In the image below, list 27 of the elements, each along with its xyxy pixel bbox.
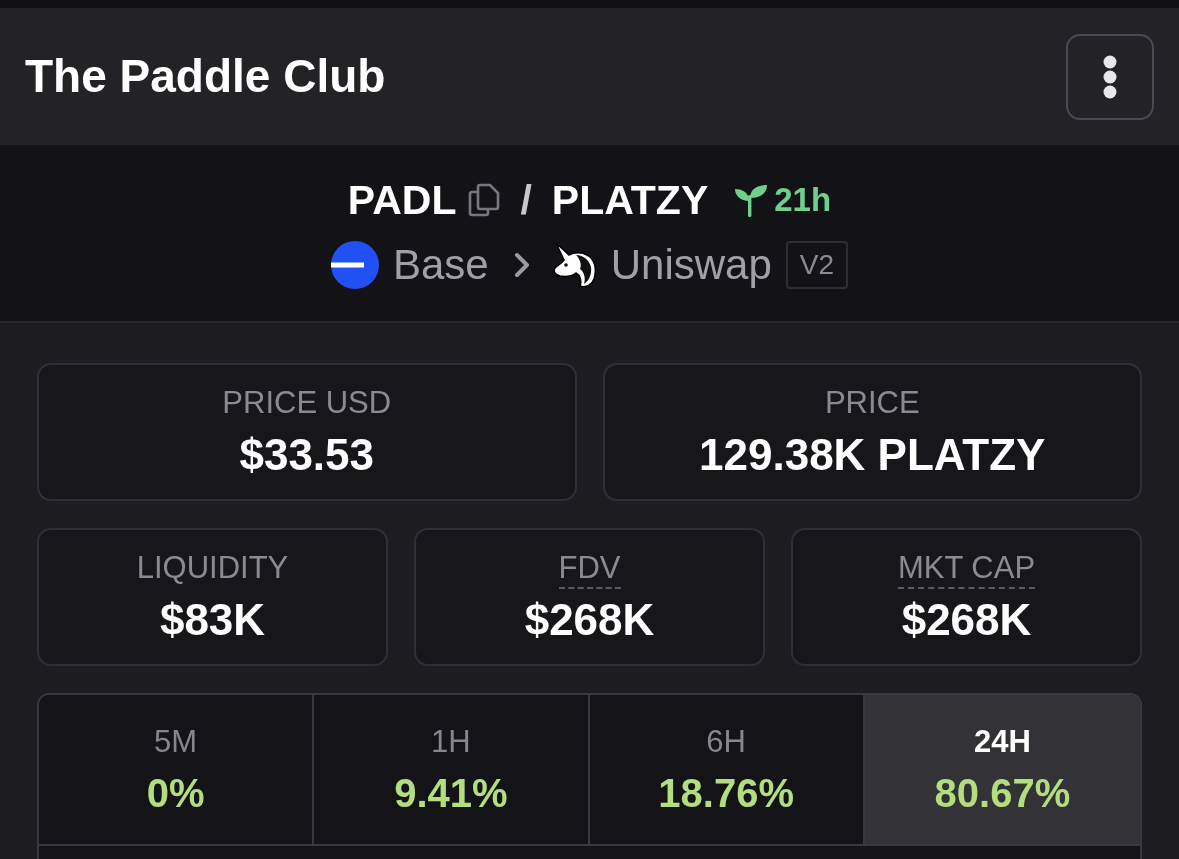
base-token-symbol: PADL bbox=[347, 177, 457, 223]
page-title: The Paddle Club bbox=[25, 49, 386, 104]
stat-label: FDV bbox=[558, 549, 621, 589]
chain-name[interactable]: Base bbox=[392, 241, 489, 289]
pair-age: 21h bbox=[774, 180, 832, 220]
chain-logo-icon bbox=[330, 241, 379, 289]
copy-icon[interactable] bbox=[468, 183, 501, 217]
stat-label: MKT CAP bbox=[897, 549, 1036, 589]
stat-value: $268K bbox=[524, 595, 655, 645]
pair-separator: / bbox=[520, 177, 532, 223]
stat-label: LIQUIDITY bbox=[136, 549, 289, 587]
stat-value: $83K bbox=[159, 595, 266, 645]
stat-value: $268K bbox=[901, 595, 1032, 645]
stat-value: $33.53 bbox=[239, 430, 375, 480]
timeframe-tab[interactable]: 5M 0% bbox=[39, 695, 315, 844]
quote-token-symbol: PLATZY bbox=[551, 177, 709, 223]
more-options-button[interactable] bbox=[1066, 33, 1154, 120]
stat-value: 129.38K PLATZY bbox=[699, 430, 1046, 480]
more-options-icon bbox=[1103, 54, 1117, 99]
sprout-icon bbox=[734, 183, 769, 217]
dex-name[interactable]: Uniswap bbox=[610, 241, 772, 289]
stat-label: PRICE bbox=[824, 384, 920, 422]
dex-version-badge: V2 bbox=[785, 241, 849, 289]
chevron-right-icon bbox=[513, 252, 530, 278]
stat-label: PRICE USD bbox=[222, 384, 392, 422]
timeframe-tab[interactable]: 24H 80.67% bbox=[864, 695, 1140, 844]
unicorn-icon bbox=[551, 241, 598, 289]
